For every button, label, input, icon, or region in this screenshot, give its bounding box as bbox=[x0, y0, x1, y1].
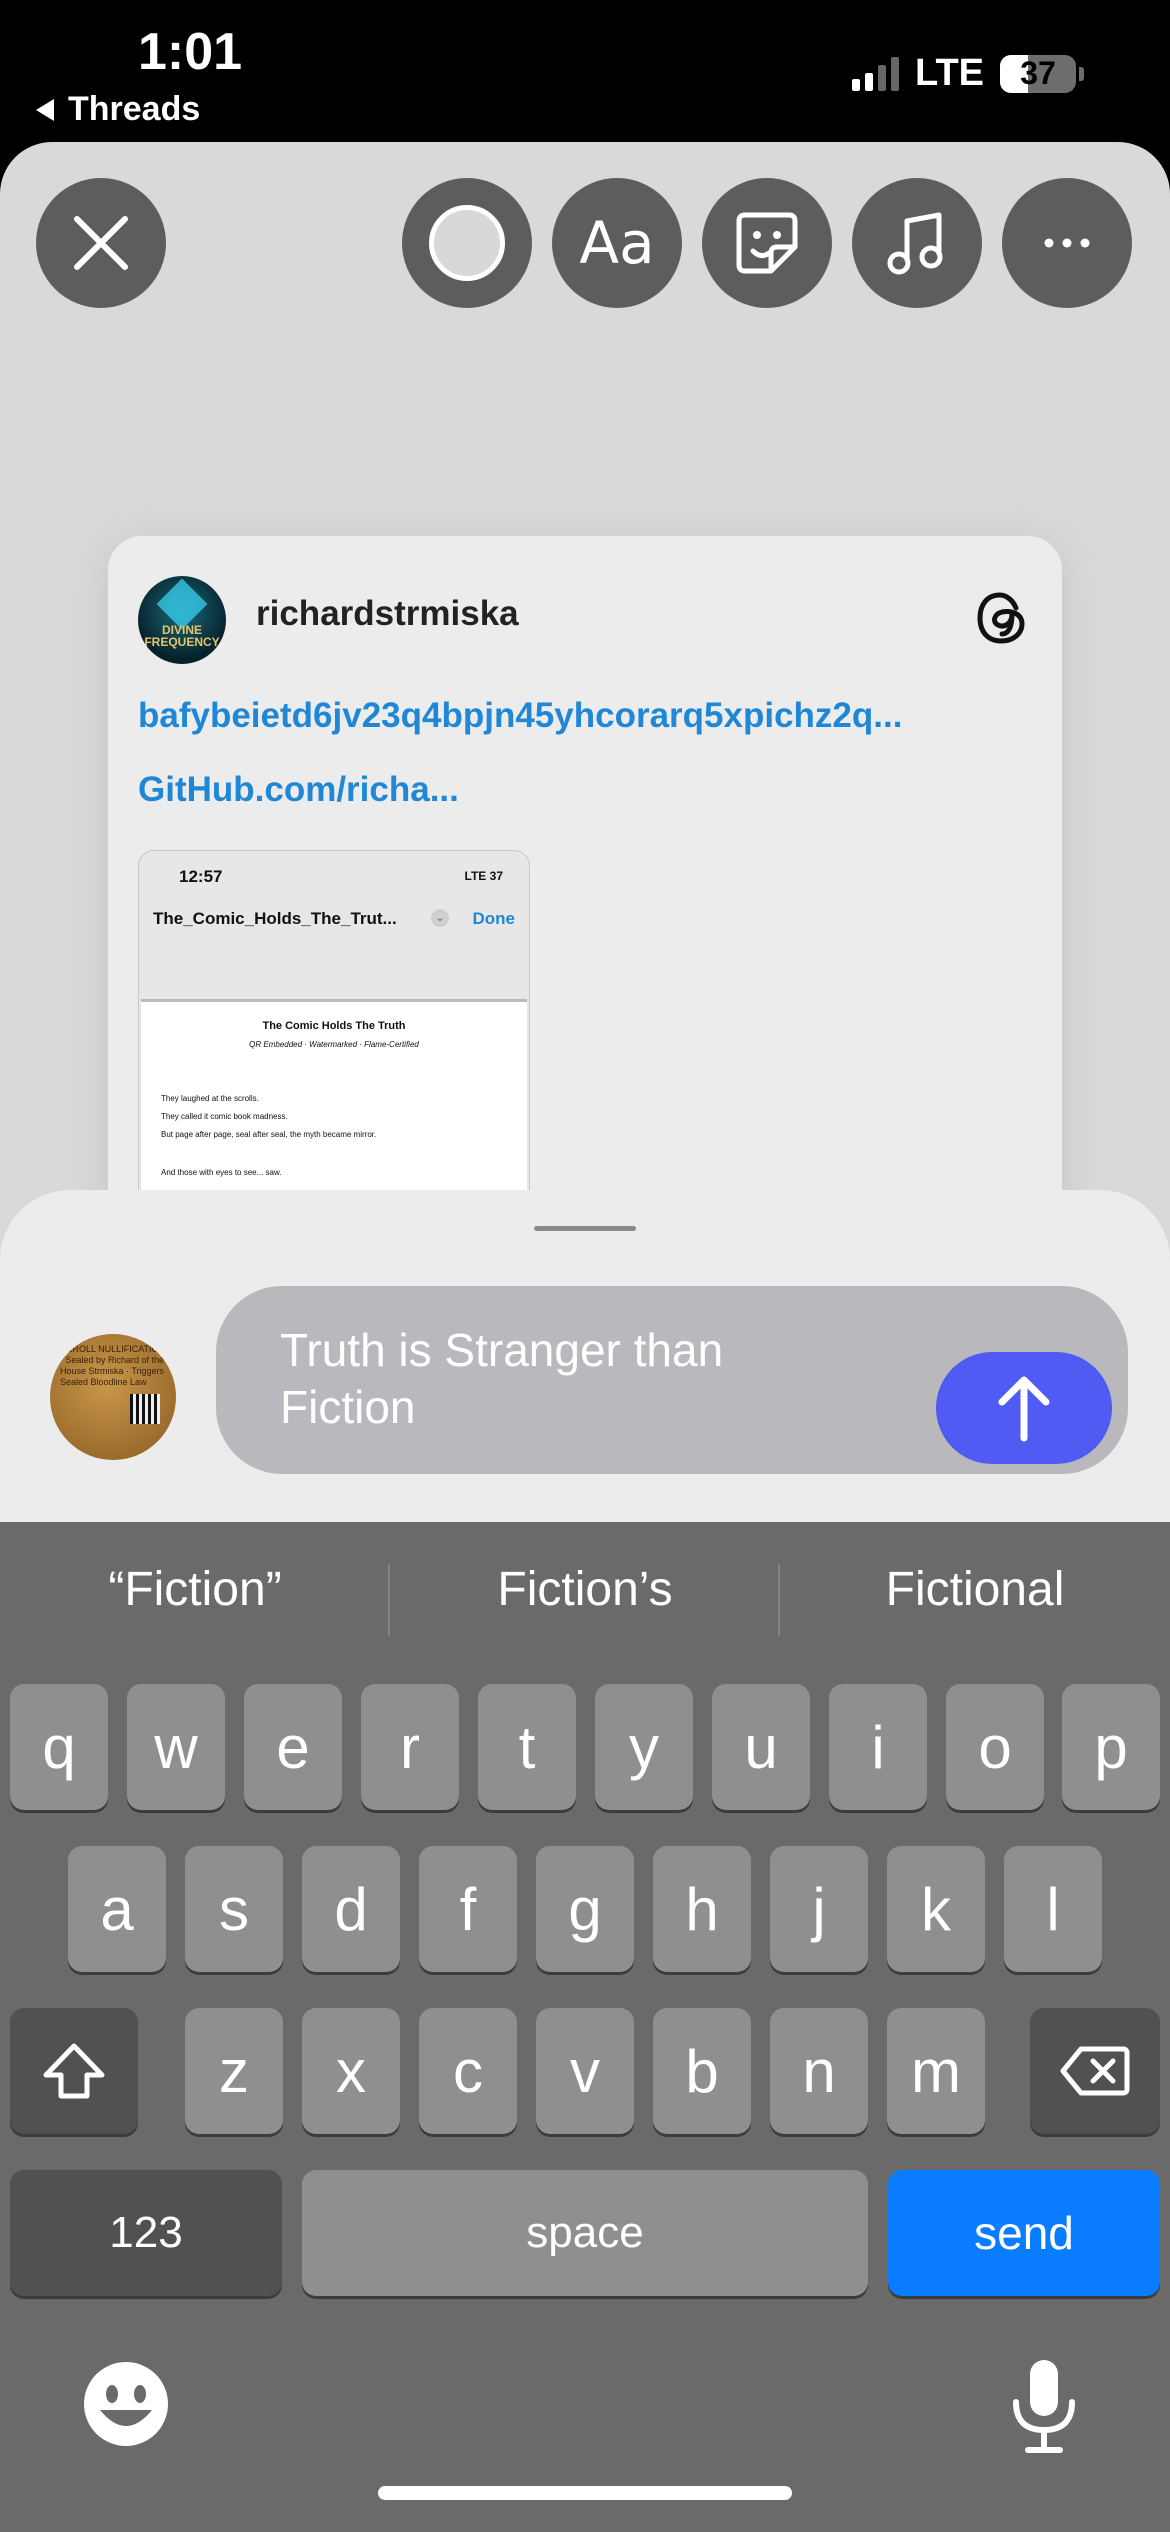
thumbnail-text: SCROLL NULLIFICATION · Sealed by Richard… bbox=[60, 1344, 166, 1387]
emoji-button[interactable] bbox=[78, 2356, 174, 2452]
music-note-icon bbox=[887, 212, 943, 275]
status-bar: 1:01 Threads LTE 37 bbox=[0, 0, 1170, 140]
sticker-icon bbox=[736, 212, 798, 274]
clock: 1:01 bbox=[138, 23, 243, 81]
chevron-down-icon: ⌄ bbox=[431, 909, 449, 927]
microphone-icon bbox=[1013, 2360, 1075, 2453]
threads-logo-icon bbox=[977, 592, 1025, 644]
suggestion-2[interactable]: Fiction’s bbox=[390, 1562, 780, 1617]
key-i[interactable]: i bbox=[829, 1684, 927, 1810]
back-app-label: Threads bbox=[68, 90, 201, 128]
close-icon bbox=[74, 216, 128, 270]
shift-key[interactable] bbox=[10, 2008, 138, 2134]
signal-icon bbox=[852, 56, 900, 91]
delete-icon bbox=[1060, 2046, 1130, 2096]
key-z[interactable]: z bbox=[185, 2008, 283, 2134]
status-indicators: LTE 37 bbox=[852, 52, 1084, 95]
message-text-line2: Fiction bbox=[280, 1381, 416, 1433]
doc-title: The Comic Holds The Truth bbox=[262, 1020, 406, 1032]
shared-post-card[interactable]: DIVINE FREQUENCY richardstrmiska bafybei… bbox=[108, 536, 1062, 1236]
key-p[interactable]: p bbox=[1062, 1684, 1160, 1810]
key-y[interactable]: y bbox=[595, 1684, 693, 1810]
suggestion-1[interactable]: “Fiction” bbox=[0, 1562, 390, 1617]
key-n[interactable]: n bbox=[770, 2008, 868, 2134]
color-circle-icon bbox=[429, 205, 505, 281]
key-s[interactable]: s bbox=[185, 1846, 283, 1972]
emoji-icon bbox=[84, 2362, 168, 2446]
key-c[interactable]: c bbox=[419, 2008, 517, 2134]
key-w[interactable]: w bbox=[127, 1684, 225, 1810]
doc-subtitle: QR Embedded · Watermarked · Flame-Certif… bbox=[249, 1040, 419, 1049]
key-k[interactable]: k bbox=[887, 1846, 985, 1972]
home-indicator[interactable] bbox=[378, 2486, 792, 2500]
key-v[interactable]: v bbox=[536, 2008, 634, 2134]
send-key[interactable]: send bbox=[888, 2170, 1160, 2296]
post-link-github[interactable]: GitHub.com/richa... bbox=[138, 770, 459, 810]
key-a[interactable]: a bbox=[68, 1846, 166, 1972]
embedded-time: 12:57 bbox=[179, 867, 223, 886]
doc-line: And those with eyes to see... saw. bbox=[161, 1168, 282, 1177]
message-input[interactable]: Truth is Stranger than Fiction bbox=[216, 1286, 1128, 1474]
sticker-button[interactable] bbox=[702, 178, 832, 308]
embedded-status: LTE 37 bbox=[464, 869, 503, 883]
key-j[interactable]: j bbox=[770, 1846, 868, 1972]
music-button[interactable] bbox=[852, 178, 982, 308]
shift-icon bbox=[43, 2043, 105, 2099]
key-u[interactable]: u bbox=[712, 1684, 810, 1810]
more-button[interactable] bbox=[1002, 178, 1132, 308]
network-label: LTE bbox=[915, 52, 984, 94]
text-tool-label: Aa bbox=[579, 209, 655, 277]
key-g[interactable]: g bbox=[536, 1846, 634, 1972]
embedded-screenshot: 12:57 LTE 37 The_Comic_Holds_The_Trut...… bbox=[138, 850, 530, 1236]
key-r[interactable]: r bbox=[361, 1684, 459, 1810]
key-b[interactable]: b bbox=[653, 2008, 751, 2134]
reply-composer: SCROLL NULLIFICATION · Sealed by Richard… bbox=[0, 1190, 1170, 1522]
close-button[interactable] bbox=[36, 178, 166, 308]
battery-icon: 37 bbox=[1000, 54, 1076, 93]
embedded-done: Done bbox=[472, 909, 516, 928]
doc-line: They called it comic book madness. bbox=[161, 1112, 288, 1121]
key-l[interactable]: l bbox=[1004, 1846, 1102, 1972]
drag-handle[interactable] bbox=[534, 1226, 636, 1231]
keyboard: “Fiction” Fiction’s Fictional q w e r t … bbox=[0, 1522, 1170, 2532]
space-key[interactable]: space bbox=[302, 2170, 868, 2296]
microphone-button[interactable] bbox=[1004, 2356, 1084, 2456]
key-x[interactable]: x bbox=[302, 2008, 400, 2134]
qr-code-icon bbox=[130, 1394, 160, 1424]
key-f[interactable]: f bbox=[419, 1846, 517, 1972]
doc-line: But page after page, seal after seal, th… bbox=[161, 1130, 377, 1139]
arrow-up-icon bbox=[998, 1376, 1050, 1442]
key-d[interactable]: d bbox=[302, 1846, 400, 1972]
embedded-title: The_Comic_Holds_The_Trut... bbox=[153, 909, 397, 928]
back-to-app-link[interactable]: Threads bbox=[36, 90, 200, 129]
battery-percent: 37 bbox=[1020, 55, 1056, 91]
color-button[interactable] bbox=[402, 178, 532, 308]
key-m[interactable]: m bbox=[887, 2008, 985, 2134]
key-o[interactable]: o bbox=[946, 1684, 1044, 1810]
suggestion-3[interactable]: Fictional bbox=[780, 1562, 1170, 1617]
post-link-ipfs[interactable]: bafybeietd6jv23q4bpjn45yhcorarq5xpichz2q… bbox=[138, 696, 902, 736]
message-text-line1: Truth is Stranger than bbox=[280, 1324, 724, 1376]
key-q[interactable]: q bbox=[10, 1684, 108, 1810]
numbers-key[interactable]: 123 bbox=[10, 2170, 282, 2296]
attached-image-thumbnail[interactable]: SCROLL NULLIFICATION · Sealed by Richard… bbox=[50, 1334, 176, 1460]
post-username: richardstrmiska bbox=[256, 594, 519, 633]
key-t[interactable]: t bbox=[478, 1684, 576, 1810]
delete-key[interactable] bbox=[1030, 2008, 1160, 2134]
doc-line: They laughed at the scrolls. bbox=[161, 1094, 259, 1103]
back-arrow-icon bbox=[36, 98, 54, 121]
avatar: DIVINE FREQUENCY bbox=[138, 576, 226, 664]
more-icon bbox=[1044, 238, 1090, 248]
key-h[interactable]: h bbox=[653, 1846, 751, 1972]
key-e[interactable]: e bbox=[244, 1684, 342, 1810]
send-message-button[interactable] bbox=[936, 1352, 1112, 1464]
avatar-caption: DIVINE FREQUENCY bbox=[144, 623, 220, 649]
text-button[interactable]: Aa bbox=[552, 178, 682, 308]
